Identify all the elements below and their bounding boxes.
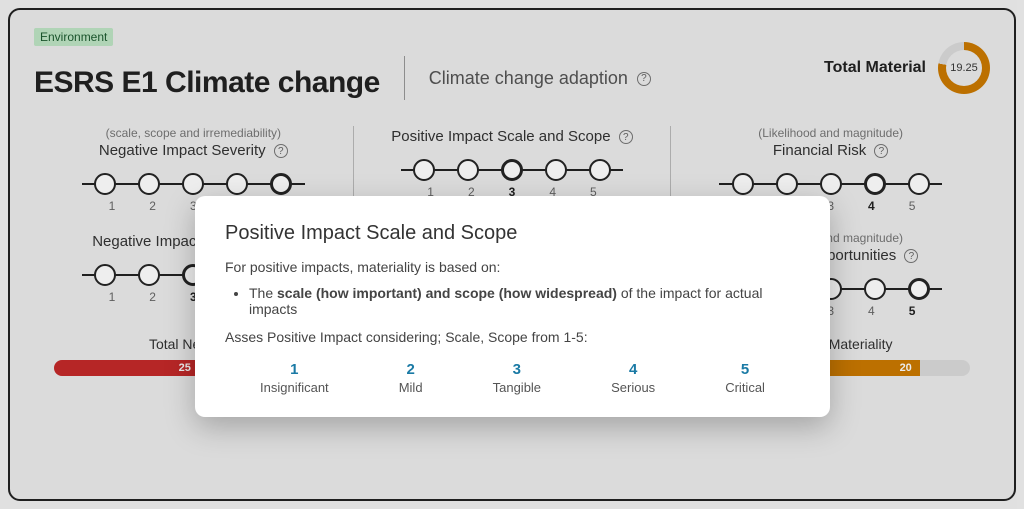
tooltip-title: Positive Impact Scale and Scope [225, 222, 800, 245]
tooltip-bullet-prefix: The [249, 285, 277, 301]
scale-dot[interactable] [413, 159, 435, 181]
scale-dot[interactable] [908, 278, 930, 300]
legend-label: Serious [611, 380, 655, 395]
legend-label: Insignificant [260, 380, 329, 395]
legend-label: Tangible [493, 380, 541, 395]
legend-number: 4 [611, 361, 655, 378]
scale-dot[interactable] [501, 159, 523, 181]
legend-number: 2 [399, 361, 423, 378]
tooltip-card: Positive Impact Scale and Scope For posi… [195, 196, 830, 417]
legend-label: Critical [725, 380, 765, 395]
legend-item: 5 Critical [725, 361, 765, 395]
legend-item: 1 Insignificant [260, 361, 329, 395]
legend-number: 1 [260, 361, 329, 378]
legend-item: 4 Serious [611, 361, 655, 395]
legend-item: 3 Tangible [493, 361, 541, 395]
legend-number: 3 [493, 361, 541, 378]
tooltip-instruction: Asses Positive Impact considering; Scale… [225, 329, 800, 345]
scale-dot[interactable] [589, 159, 611, 181]
scale-dot[interactable] [545, 159, 567, 181]
tooltip-intro: For positive impacts, materiality is bas… [225, 259, 800, 275]
legend-item: 2 Mild [399, 361, 423, 395]
scale-dot[interactable] [908, 173, 930, 195]
tooltip-bullets: The scale (how important) and scope (how… [249, 285, 800, 317]
tooltip-bullet-bold: scale (how important) and scope (how wid… [277, 285, 617, 301]
legend-number: 5 [725, 361, 765, 378]
legend-label: Mild [399, 380, 423, 395]
total-material-value: 19.25 [950, 62, 978, 74]
scale-dot[interactable] [820, 173, 842, 195]
scale-dot[interactable] [457, 159, 479, 181]
tooltip-legend: 1 Insignificant 2 Mild 3 Tangible 4 Serious 5 Cri… [225, 361, 800, 395]
scale-dot[interactable] [864, 173, 886, 195]
tooltip-bullet: The scale (how important) and scope (how… [249, 285, 800, 317]
scale-dot[interactable] [864, 278, 886, 300]
scale-dot[interactable] [732, 173, 754, 195]
scale-dot[interactable] [776, 173, 798, 195]
